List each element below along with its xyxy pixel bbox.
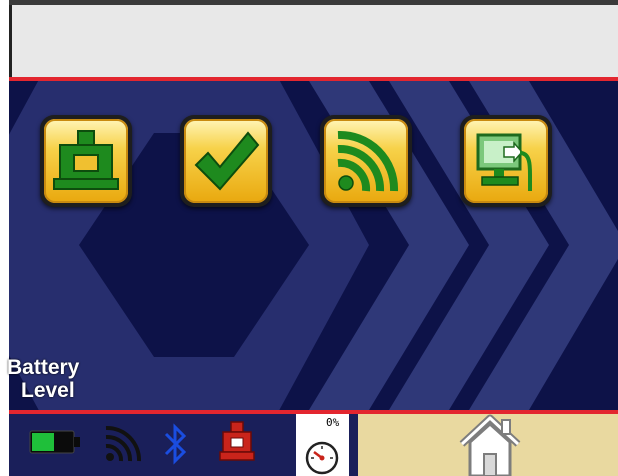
wireless-button[interactable]: [320, 115, 412, 207]
battery-level-label: Battery Level: [7, 356, 107, 402]
bluetooth-icon: [164, 423, 187, 465]
device-screen: [9, 0, 618, 476]
export-button[interactable]: [460, 115, 552, 207]
gauge-icon: [305, 441, 339, 475]
press-button[interactable]: [40, 115, 132, 207]
press-icon: [53, 130, 119, 190]
battery-label-line2: Level: [21, 379, 75, 402]
battery-label-line1: Battery: [7, 356, 80, 379]
export-to-computer-icon: [476, 133, 532, 191]
wifi-signal-icon: [105, 425, 142, 462]
wireless-signal-icon: [337, 130, 399, 192]
confirm-button[interactable]: [180, 115, 272, 207]
battery-icon: [29, 430, 80, 454]
frame-edge: [9, 5, 12, 77]
pressure-percent: 0%: [326, 416, 340, 429]
checkmark-icon: [194, 131, 260, 191]
press-status-icon: [219, 421, 255, 461]
header-bar: [9, 5, 618, 77]
home-icon[interactable]: [456, 412, 524, 476]
